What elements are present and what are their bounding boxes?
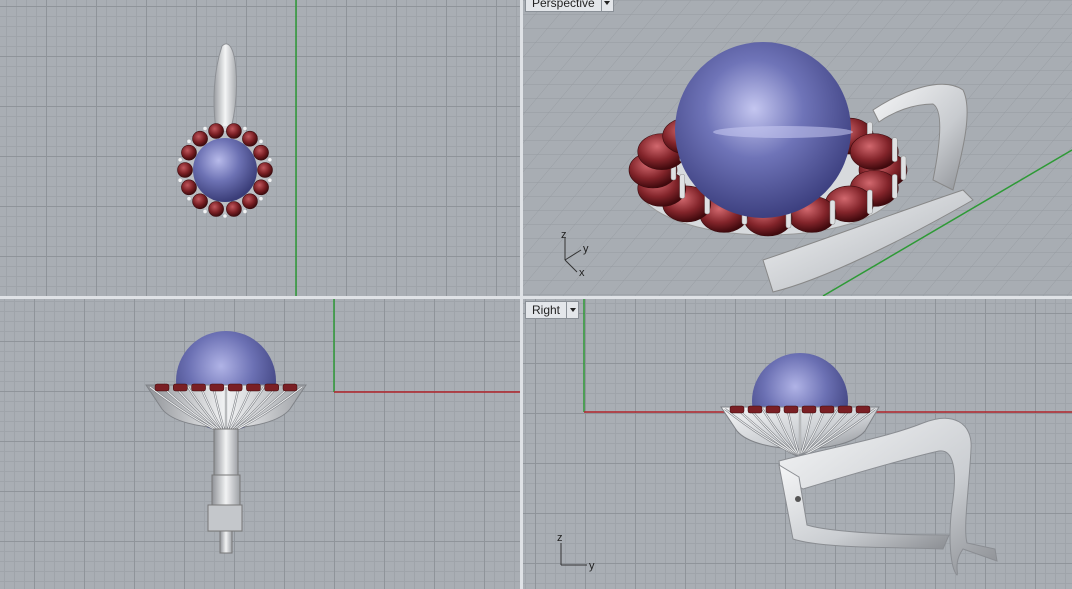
front-view-model bbox=[145, 299, 520, 554]
dropdown-arrow-icon[interactable] bbox=[600, 0, 613, 11]
viewport-top[interactable] bbox=[0, 0, 520, 296]
bail-top bbox=[213, 43, 237, 133]
right-view-model: z y bbox=[557, 299, 1072, 576]
bail-front bbox=[219, 530, 233, 554]
viewport-front[interactable] bbox=[0, 299, 520, 589]
pearl bbox=[193, 138, 257, 202]
svg-text:x: x bbox=[579, 267, 585, 279]
top-view-model bbox=[177, 0, 297, 296]
axis-triad-icon: z y bbox=[557, 532, 595, 572]
viewport-perspective[interactable]: z y x Perspective bbox=[523, 0, 1072, 296]
viewport-label-right[interactable]: Right bbox=[525, 301, 580, 319]
perspective-view-model: z y x bbox=[523, 0, 1072, 296]
svg-text:z: z bbox=[561, 229, 567, 241]
dropdown-arrow-icon[interactable] bbox=[566, 302, 578, 318]
svg-text:z: z bbox=[557, 532, 563, 544]
svg-text:y: y bbox=[583, 243, 589, 255]
svg-text:y: y bbox=[589, 560, 595, 572]
viewport-right[interactable]: z y Right bbox=[523, 299, 1072, 589]
viewport-label-perspective[interactable]: Perspective bbox=[525, 0, 614, 12]
